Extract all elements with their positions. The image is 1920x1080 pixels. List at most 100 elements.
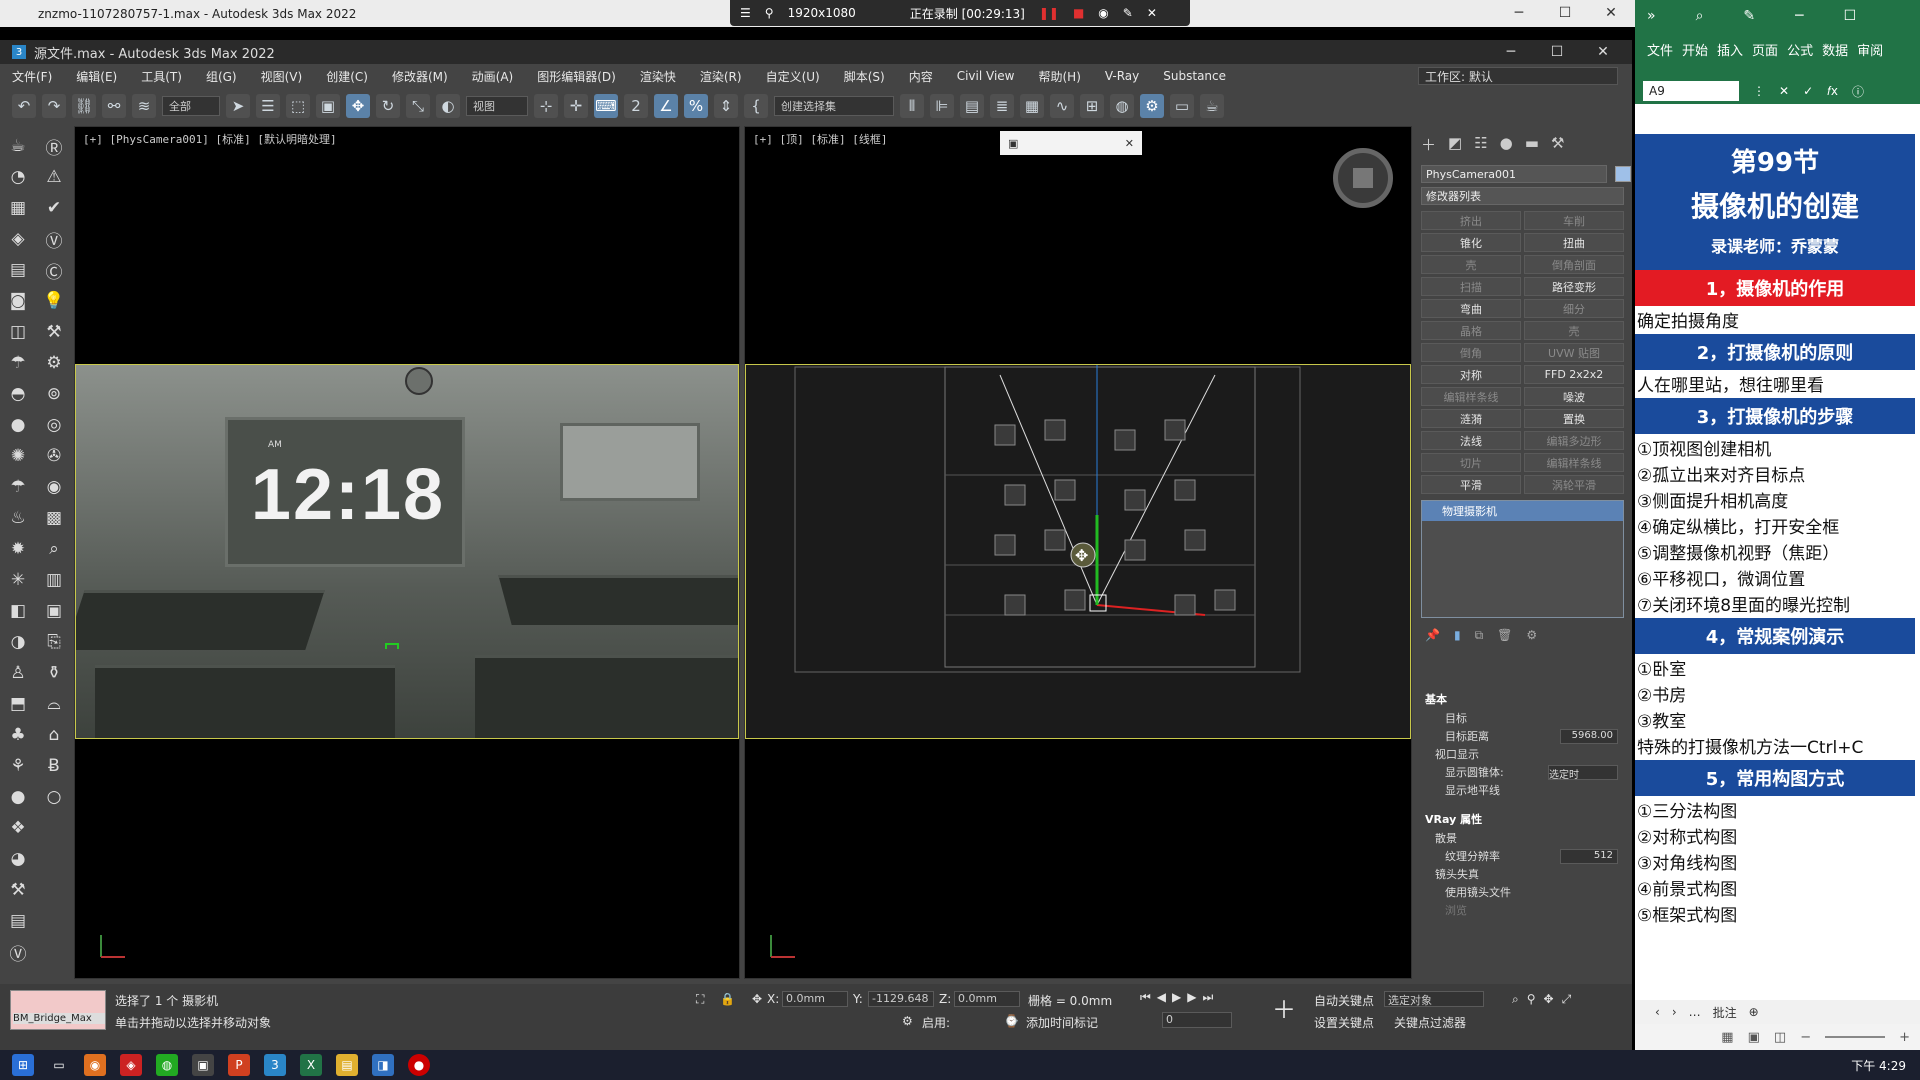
display-tab-icon[interactable]: ▬: [1525, 134, 1539, 155]
moon-icon[interactable]: ◑: [4, 628, 32, 656]
modifier-button[interactable]: 法线: [1421, 431, 1521, 450]
warning-icon[interactable]: ⚠: [40, 163, 68, 191]
white-ball-icon[interactable]: ○: [40, 783, 68, 811]
figure-icon[interactable]: ♙: [4, 659, 32, 687]
ref-coord-dropdown[interactable]: 视图: [466, 96, 528, 116]
create-tab-icon[interactable]: ＋: [1421, 134, 1436, 155]
start-icon[interactable]: ⊞: [12, 1054, 34, 1076]
file-explorer-icon[interactable]: ▤: [336, 1054, 358, 1076]
cube-icon[interactable]: ◧: [4, 597, 32, 625]
info-icon[interactable]: ⓘ: [1852, 83, 1864, 100]
y-coordinate[interactable]: -1129.648: [868, 991, 934, 1007]
modifier-button[interactable]: 倒角剖面: [1524, 255, 1624, 274]
place-icon[interactable]: ◐: [436, 94, 460, 118]
modifier-stack[interactable]: 物理摄影机: [1421, 500, 1624, 618]
dome-icon[interactable]: ⌓: [40, 690, 68, 718]
modifier-button[interactable]: 对称: [1421, 365, 1521, 384]
render-frame-icon[interactable]: ▭: [1170, 94, 1194, 118]
star-icon[interactable]: ✹: [4, 535, 32, 563]
close-icon[interactable]: ✕: [1147, 6, 1157, 20]
app-red-icon[interactable]: ◈: [120, 1054, 142, 1076]
modifier-button[interactable]: UVW 贴图: [1524, 343, 1624, 362]
link-icon[interactable]: ⛓: [72, 94, 96, 118]
menu-icon[interactable]: ☰: [740, 6, 751, 20]
maximize-icon[interactable]: ☐: [1542, 0, 1588, 26]
material-editor-icon[interactable]: ◍: [1110, 94, 1134, 118]
hierarchy-tab-icon[interactable]: ☷: [1474, 134, 1487, 155]
menu-civil-view[interactable]: Civil View: [945, 69, 1027, 83]
top-viewport-label[interactable]: [+] [顶] [标准] [线框]: [753, 131, 887, 147]
group-icon[interactable]: ❖: [4, 814, 32, 842]
show-cone-dropdown[interactable]: 选定时: [1548, 764, 1618, 781]
dll-icon[interactable]: ◎: [40, 411, 68, 439]
modifier-button[interactable]: FFD 2x2x2: [1524, 365, 1624, 384]
menu-modifiers[interactable]: 修改器(M): [380, 68, 460, 85]
isolate-icon[interactable]: ⛶: [696, 992, 704, 1007]
modifier-button[interactable]: 路径变形: [1524, 277, 1624, 296]
wheel-icon[interactable]: ✇: [40, 442, 68, 470]
recorder-taskbar-icon[interactable]: ●: [408, 1054, 430, 1076]
angle-snap-icon[interactable]: ∠: [654, 94, 678, 118]
add-sheet-icon[interactable]: ⊕: [1749, 1005, 1759, 1019]
viewport-nav-controls[interactable]: ⌕⚲✥⤢: [1512, 992, 1579, 1007]
plant-icon[interactable]: ♣: [4, 721, 32, 749]
app-blue-icon[interactable]: ◨: [372, 1054, 394, 1076]
modifier-button[interactable]: 编辑样条线: [1421, 387, 1521, 406]
manipulate-icon[interactable]: ✛: [564, 94, 588, 118]
xl-menu-insert[interactable]: 插入: [1717, 40, 1743, 59]
layers-icon[interactable]: ▤: [4, 256, 32, 284]
close-icon[interactable]: ✕: [1580, 40, 1626, 64]
sphere-icon[interactable]: ●: [4, 411, 32, 439]
menu-vray[interactable]: V-Ray: [1093, 69, 1151, 83]
menu-rendering[interactable]: 渲染(R): [688, 68, 754, 85]
pen-icon[interactable]: ✎: [1123, 6, 1133, 20]
configure-sets-icon[interactable]: ⚙: [1526, 628, 1537, 643]
frame-spinner[interactable]: 0: [1162, 1012, 1232, 1028]
select-by-name-icon[interactable]: ☰: [256, 94, 280, 118]
firefox-icon[interactable]: ◉: [84, 1054, 106, 1076]
zoom-out-icon[interactable]: −: [1800, 1030, 1811, 1045]
menu-render-quick[interactable]: 渲染快: [628, 68, 688, 85]
browse-button[interactable]: 浏览: [1421, 901, 1624, 919]
check-icon[interactable]: ✔: [40, 194, 68, 222]
next-sheet-icon[interactable]: ›: [1672, 1005, 1677, 1019]
schematic-icon[interactable]: ⊞: [1080, 94, 1104, 118]
select-object-icon[interactable]: ➤: [226, 94, 250, 118]
more-sheets-icon[interactable]: …: [1689, 1005, 1701, 1019]
set-key-button[interactable]: 设置关键点: [1314, 1014, 1374, 1031]
menu-graph-editors[interactable]: 图形编辑器(D): [525, 68, 628, 85]
normal-view-icon[interactable]: ▦: [1721, 1030, 1733, 1045]
menu-edit[interactable]: 编辑(E): [64, 68, 129, 85]
box-icon[interactable]: ▦: [4, 194, 32, 222]
align-icon[interactable]: ⊫: [930, 94, 954, 118]
menu-create[interactable]: 创建(C): [314, 68, 380, 85]
pot-icon[interactable]: ⚱: [40, 659, 68, 687]
playback-controls[interactable]: ⏮◀▶▶⏭: [1140, 990, 1219, 1005]
window-crossing-icon[interactable]: ▣: [316, 94, 340, 118]
add-time-tag[interactable]: 添加时间标记: [1026, 1014, 1098, 1031]
viewcube-icon[interactable]: [1333, 148, 1393, 208]
bind-spacewarp-icon[interactable]: ≋: [132, 94, 156, 118]
render-tool-icon[interactable]: ◫: [4, 318, 32, 346]
show-horizon-checkbox[interactable]: 显示地平线: [1421, 781, 1624, 799]
tool-icon[interactable]: ◔: [4, 163, 32, 191]
modifier-button[interactable]: 锥化: [1421, 233, 1521, 252]
layout-icon[interactable]: ▤: [4, 907, 32, 935]
viewcube-face[interactable]: [1353, 168, 1373, 188]
render-setup-icon[interactable]: ⚙: [1140, 94, 1164, 118]
percent-snap-icon[interactable]: %: [684, 94, 708, 118]
minimize-icon[interactable]: ─: [1496, 0, 1542, 26]
minimize-icon[interactable]: ─: [1795, 8, 1803, 24]
sun-icon[interactable]: ✺: [4, 442, 32, 470]
modifier-button[interactable]: 涟漪: [1421, 409, 1521, 428]
powerpoint-icon[interactable]: P: [228, 1054, 250, 1076]
bulb-icon[interactable]: 💡: [40, 287, 68, 315]
utilities-tab-icon[interactable]: ⚒: [1551, 134, 1564, 155]
enter-icon[interactable]: ✓: [1803, 84, 1813, 98]
xl-menu-home[interactable]: 开始: [1682, 40, 1708, 59]
remove-modifier-icon[interactable]: 🗑: [1497, 628, 1512, 643]
rect-select-icon[interactable]: ⬚: [286, 94, 310, 118]
close-icon[interactable]: ✕: [1125, 137, 1134, 150]
redo-icon[interactable]: ↷: [42, 94, 66, 118]
page-layout-icon[interactable]: ▣: [1748, 1030, 1760, 1045]
